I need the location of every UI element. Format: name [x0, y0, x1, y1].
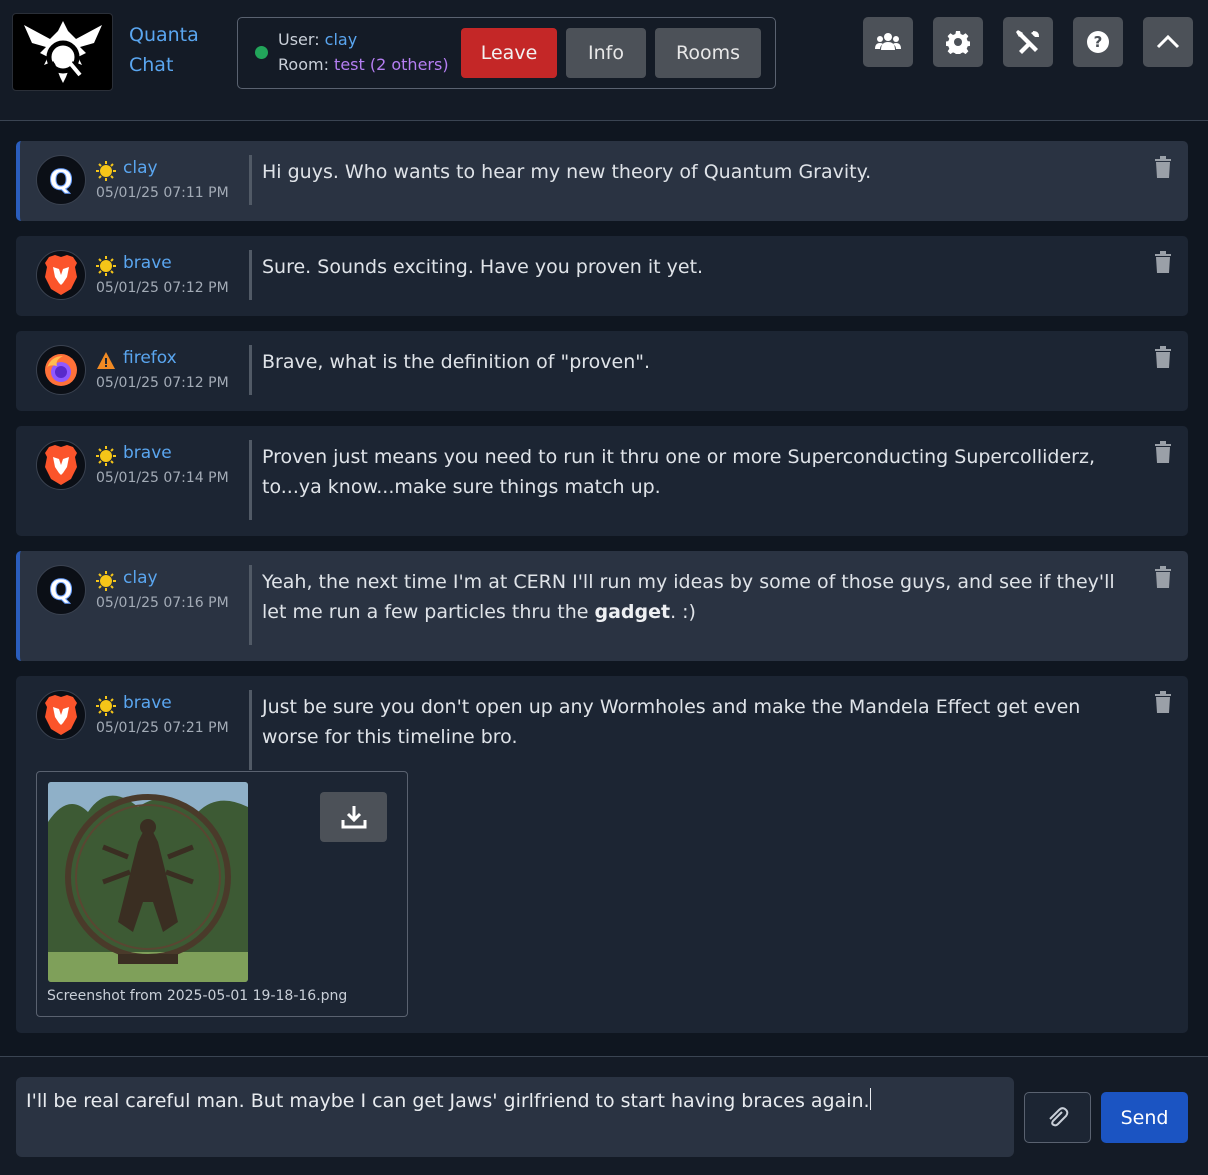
- message-item: firefox 05/01/25 07:12 PM Brave, what is…: [16, 331, 1188, 411]
- brave-avatar[interactable]: [36, 690, 86, 740]
- users-button[interactable]: [863, 17, 913, 67]
- warning-icon: [97, 352, 115, 369]
- message-divider: [249, 345, 252, 395]
- tools-button[interactable]: [1003, 17, 1053, 67]
- sun-icon: [96, 696, 116, 716]
- info-button[interactable]: Info: [566, 28, 646, 78]
- attachment-card: Screenshot from 2025-05-01 19-18-16.png: [36, 771, 408, 1017]
- message-username[interactable]: firefox: [123, 348, 177, 368]
- message-timestamp: 05/01/25 07:21 PM: [96, 720, 229, 736]
- trash-icon[interactable]: [1154, 441, 1172, 463]
- message-text-bold: gadget: [594, 601, 671, 623]
- brave-avatar[interactable]: [36, 440, 86, 490]
- paperclip-icon: [1048, 1106, 1068, 1126]
- message-timestamp: 05/01/25 07:14 PM: [96, 470, 229, 486]
- download-icon: [341, 806, 366, 829]
- message-item: brave 05/01/25 07:12 PM Sure. Sounds exc…: [16, 236, 1188, 316]
- quanta-avatar[interactable]: Q: [36, 565, 86, 615]
- brand-line2: Chat: [129, 54, 174, 76]
- current-user: clay: [324, 30, 358, 49]
- message-text: Brave, what is the definition of "proven…: [262, 351, 651, 373]
- message-divider: [249, 565, 252, 645]
- sun-icon: [96, 446, 116, 466]
- trash-icon[interactable]: [1154, 566, 1172, 588]
- composer-bar: I'll be real careful man. But maybe I ca…: [0, 1056, 1208, 1175]
- gear-icon: [946, 31, 970, 54]
- attachment-filename: Screenshot from 2025-05-01 19-18-16.png: [47, 988, 348, 1004]
- help-icon: ?: [1087, 31, 1109, 53]
- users-icon: [875, 33, 901, 50]
- sun-icon: [96, 161, 116, 181]
- svg-text:?: ?: [1094, 33, 1103, 51]
- app-header: Quanta Chat User: clay Room: test (2 oth…: [0, 0, 1208, 121]
- current-room[interactable]: test (2 others): [334, 55, 449, 74]
- rooms-button[interactable]: Rooms: [655, 28, 761, 78]
- attach-file-button[interactable]: [1024, 1092, 1091, 1143]
- trash-icon[interactable]: [1154, 346, 1172, 368]
- message-timestamp: 05/01/25 07:12 PM: [96, 375, 229, 391]
- svg-text:Q: Q: [49, 163, 73, 196]
- message-item: Q clay 05/01/25 07:16 PM Yeah, the next …: [16, 551, 1188, 661]
- message-input-value: I'll be real careful man. But maybe I ca…: [26, 1090, 870, 1112]
- download-button[interactable]: [320, 792, 387, 842]
- svg-text:Q: Q: [49, 573, 73, 606]
- message-text: Just be sure you don't open up any Wormh…: [262, 696, 1081, 748]
- app-logo[interactable]: [12, 13, 113, 91]
- send-button[interactable]: Send: [1101, 1092, 1188, 1143]
- trash-icon[interactable]: [1154, 691, 1172, 713]
- message-divider: [249, 250, 252, 300]
- message-divider: [249, 155, 252, 205]
- room-label: Room:: [278, 55, 329, 74]
- message-timestamp: 05/01/25 07:12 PM: [96, 280, 229, 296]
- message-username[interactable]: brave: [123, 253, 172, 273]
- sun-icon: [96, 256, 116, 276]
- message-text: Proven just means you need to run it thr…: [262, 446, 1095, 498]
- message-username[interactable]: brave: [123, 693, 172, 713]
- trash-icon[interactable]: [1154, 251, 1172, 273]
- message-divider: [249, 440, 252, 520]
- message-text: Hi guys. Who wants to hear my new theory…: [262, 161, 872, 183]
- user-label: User:: [278, 30, 320, 49]
- message-input[interactable]: I'll be real careful man. But maybe I ca…: [16, 1077, 1014, 1157]
- text-caret: [869, 1088, 871, 1110]
- message-timestamp: 05/01/25 07:11 PM: [96, 185, 229, 201]
- firefox-avatar[interactable]: [36, 345, 86, 395]
- leave-button[interactable]: Leave: [461, 28, 557, 78]
- message-divider: [249, 690, 252, 770]
- chevron-up-icon: [1156, 34, 1180, 49]
- app-brand: Quanta Chat: [129, 20, 219, 80]
- trash-icon[interactable]: [1154, 156, 1172, 178]
- message-timestamp: 05/01/25 07:16 PM: [96, 595, 229, 611]
- quanta-avatar[interactable]: Q: [36, 155, 86, 205]
- message-item: brave 05/01/25 07:14 PM Proven just mean…: [16, 426, 1188, 536]
- message-username[interactable]: brave: [123, 443, 172, 463]
- message-item: Q clay 05/01/25 07:11 PM Hi guys. Who wa…: [16, 141, 1188, 221]
- room-status-panel: User: clay Room: test (2 others) Leave I…: [237, 17, 776, 89]
- settings-button[interactable]: [933, 17, 983, 67]
- brand-line1: Quanta: [129, 24, 199, 46]
- status-text: User: clay Room: test (2 others): [278, 27, 449, 77]
- message-text: Sure. Sounds exciting. Have you proven i…: [262, 256, 704, 278]
- tools-icon: [1016, 30, 1039, 54]
- online-indicator: [255, 46, 268, 59]
- brave-avatar[interactable]: [36, 250, 86, 300]
- sun-icon: [96, 571, 116, 591]
- message-text: Yeah, the next time I'm at CERN I'll run…: [262, 567, 1132, 627]
- message-username[interactable]: clay: [123, 568, 158, 588]
- message-item: brave 05/01/25 07:21 PM Just be sure you…: [16, 676, 1188, 1033]
- attachment-thumbnail[interactable]: [48, 782, 248, 982]
- message-username[interactable]: clay: [123, 158, 158, 178]
- collapse-header-button[interactable]: [1143, 17, 1193, 67]
- help-button[interactable]: ?: [1073, 17, 1123, 67]
- message-text-part: . :): [670, 601, 696, 623]
